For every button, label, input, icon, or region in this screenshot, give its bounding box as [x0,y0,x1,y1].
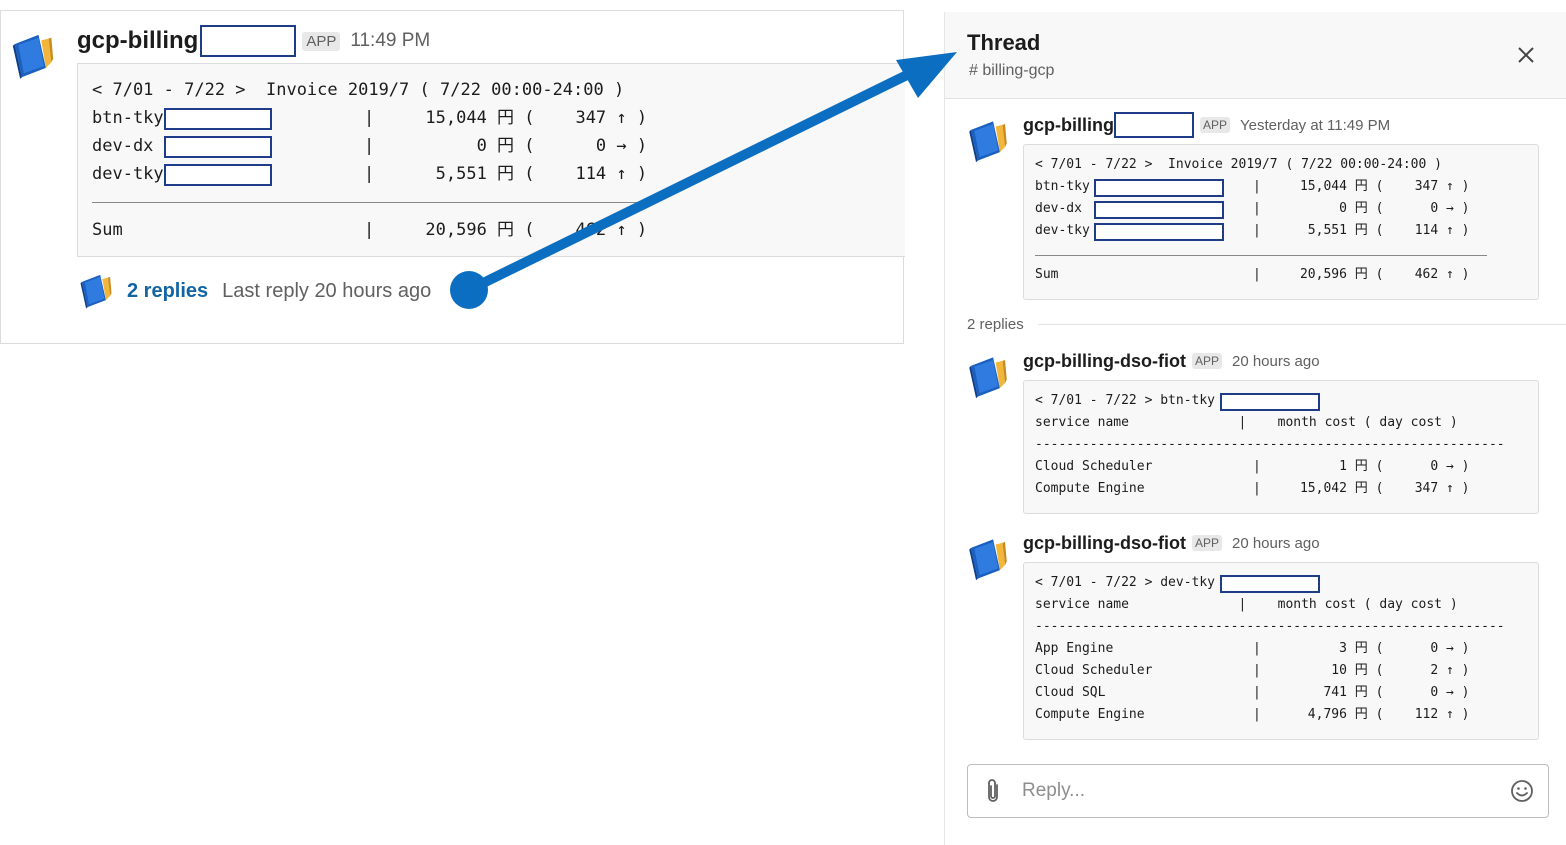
service-name: Cloud Scheduler [1035,459,1153,474]
bot-name[interactable]: gcp-billing [1023,115,1114,136]
sum-cost: | 20,596 円 ( 462 ↑ ) [1253,267,1470,282]
redacted-project [1094,201,1224,219]
last-reply-time: Last reply 20 hours ago [222,279,432,302]
message-time[interactable]: 11:49 PM [350,30,430,52]
separator-line [92,202,640,203]
project-cost: | 0 円 ( 0 → ) [1253,201,1470,216]
code-header: < 7/01 - 7/22 > dev-tky [1035,575,1216,590]
message-time[interactable]: Yesterday at 11:49 PM [1240,117,1390,134]
smiley-icon[interactable] [1510,779,1534,803]
replies-link[interactable]: 2 replies [127,280,208,303]
app-badge: APP [302,31,341,51]
message-time[interactable]: 20 hours ago [1232,535,1320,552]
column-header: service name | month cost ( day cost ) [1035,597,1458,612]
bot-name[interactable]: gcp-billing [77,27,198,55]
message-header: gcp-billing APP Yesterday at 11:49 PM [1023,112,1390,138]
code-block: < 7/01 - 7/22 > dev-tky service name | m… [1023,562,1539,740]
thread-replies-summary[interactable]: 2 replies Last reply 20 hours ago [79,273,431,309]
reply-avatar [80,274,112,309]
service-name: Compute Engine [1035,481,1145,496]
message-time[interactable]: 20 hours ago [1232,353,1320,370]
project-cost: | 15,044 円 ( 347 ↑ ) [364,108,648,128]
thread-panel: Thread # billing-gcp gcp-billing APP Yes… [944,12,1566,845]
redacted-project [164,108,272,130]
bot-avatar[interactable] [967,118,1009,164]
app-badge: APP [1199,117,1230,133]
project-cost: | 0 円 ( 0 → ) [364,136,648,156]
project-name: dev-tky [1035,223,1090,238]
thread-header: Thread # billing-gcp [945,12,1566,99]
service-cost: | 4,796 円 ( 112 ↑ ) [1253,707,1470,722]
bot-name[interactable]: gcp-billing-dso-fiot [1023,533,1186,554]
redacted-project [1220,393,1320,411]
project-cost: | 15,044 円 ( 347 ↑ ) [1253,179,1470,194]
project-name: btn-tky [1035,179,1090,194]
project-name: dev-dx [1035,201,1082,216]
reply-composer [967,764,1549,818]
separator-line [1035,255,1487,256]
code-block: < 7/01 - 7/22 > Invoice 2019/7 ( 7/22 00… [1023,144,1539,300]
code-header: < 7/01 - 7/22 > Invoice 2019/7 ( 7/22 00… [92,80,625,100]
redacted-project [164,164,272,186]
redacted-name [200,25,297,57]
service-cost: | 10 円 ( 2 ↑ ) [1253,663,1470,678]
separator-line: ----------------------------------------… [1035,437,1505,452]
project-name: dev-tky [92,164,164,184]
bot-avatar[interactable] [967,536,1009,582]
app-badge: APP [1191,353,1222,369]
sum-label: Sum [92,220,123,240]
project-cost: | 5,551 円 ( 114 ↑ ) [364,164,648,184]
sum-cost: | 20,596 円 ( 462 ↑ ) [364,220,648,240]
column-header: service name | month cost ( day cost ) [1035,415,1458,430]
reply-input[interactable] [1022,765,1492,817]
project-name: dev-dx [92,136,154,156]
close-icon[interactable] [1515,44,1537,66]
service-cost: | 741 円 ( 0 → ) [1253,685,1470,700]
redacted-project [164,136,272,158]
paperclip-icon[interactable] [982,777,1004,805]
project-cost: | 5,551 円 ( 114 ↑ ) [1253,223,1470,238]
service-name: Cloud Scheduler [1035,663,1153,678]
bot-name[interactable]: gcp-billing-dso-fiot [1023,351,1186,372]
service-name: Compute Engine [1035,707,1145,722]
redacted-project [1220,575,1320,593]
separator-line: ----------------------------------------… [1035,619,1505,634]
app-badge: APP [1191,535,1222,551]
code-header: < 7/01 - 7/22 > Invoice 2019/7 ( 7/22 00… [1035,157,1442,172]
replies-count: 2 replies [967,316,1024,333]
divider-rule [1037,324,1566,325]
service-cost: | 1 円 ( 0 → ) [1253,459,1470,474]
bot-avatar[interactable] [967,354,1009,400]
service-name: Cloud SQL [1035,685,1106,700]
service-cost: | 15,042 円 ( 347 ↑ ) [1253,481,1470,496]
redacted-project [1094,223,1224,241]
service-cost: | 3 円 ( 0 → ) [1253,641,1470,656]
service-name: App Engine [1035,641,1114,656]
code-header: < 7/01 - 7/22 > btn-tky [1035,393,1216,408]
code-block: < 7/01 - 7/22 > btn-tky service name | m… [1023,380,1539,514]
code-block: < 7/01 - 7/22 > Invoice 2019/7 ( 7/22 00… [77,63,905,257]
channel-message-card: gcp-billing APP 11:49 PM < 7/01 - 7/22 >… [0,10,905,344]
message-header: gcp-billing-dso-fiot APP 20 hours ago [1023,348,1320,374]
message-header: gcp-billing APP 11:49 PM [77,25,430,57]
project-name: btn-tky [92,108,164,128]
sum-label: Sum [1035,267,1059,282]
bot-avatar[interactable] [11,31,55,81]
thread-channel-link[interactable]: # billing-gcp [969,62,1054,80]
thread-title: Thread [967,30,1041,55]
message-header: gcp-billing-dso-fiot APP 20 hours ago [1023,530,1320,556]
redacted-name [1113,112,1194,138]
redacted-project [1094,179,1224,197]
replies-divider: 2 replies [967,316,1566,333]
